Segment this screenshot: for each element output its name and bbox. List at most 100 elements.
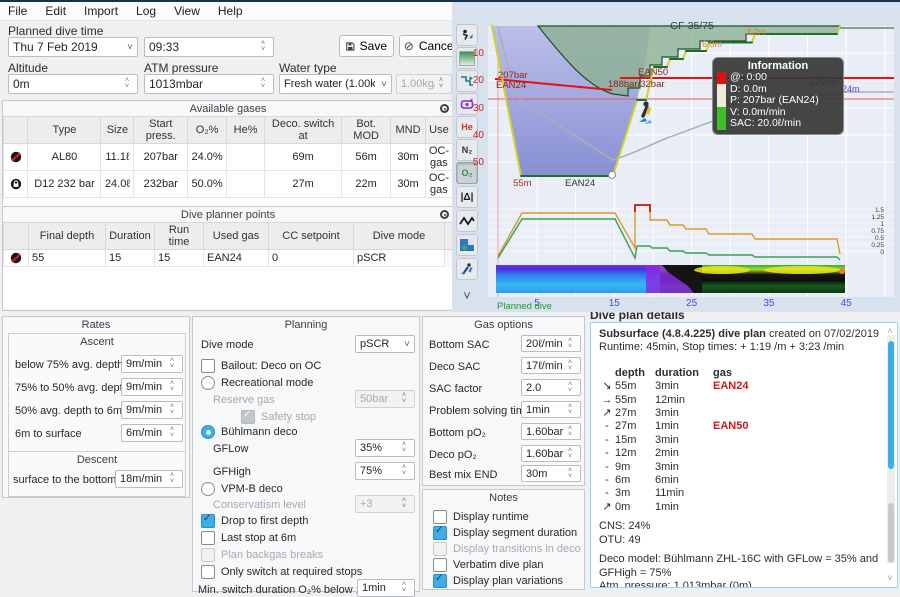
bailout-checkbox[interactable] [201, 359, 215, 373]
sac-factor-spinbox[interactable]: 2.0 [521, 379, 581, 396]
spinner-arrows-icon[interactable] [564, 360, 576, 372]
cell-dive-mode[interactable]: pSCR [354, 250, 445, 267]
dive-date-combobox[interactable]: Thu 7 Feb 2019 [8, 37, 138, 57]
information-tooltip[interactable]: Information @: 0:00 D: 0.0m P: 207bar (E… [712, 57, 844, 135]
cell-start[interactable]: 207bar [134, 144, 188, 171]
buhlmann-radio-row[interactable]: Bühlmann deco [201, 425, 297, 439]
display-segment-row[interactable]: Display segment duration [433, 526, 577, 540]
drop-first-depth-row[interactable]: Drop to first depth [201, 514, 308, 528]
spinner-arrows-icon[interactable] [257, 78, 269, 90]
details-scrollbar[interactable] [887, 335, 895, 563]
spinner-arrows-icon[interactable] [398, 582, 410, 594]
col-final-depth[interactable]: Final depth [29, 223, 106, 250]
cell-mnd[interactable]: 30m [391, 144, 426, 171]
menu-log[interactable]: Log [136, 4, 156, 18]
cell-use[interactable]: OC-gas [425, 171, 452, 198]
col-use[interactable]: Use [425, 117, 452, 144]
ascent-rate-1-spinbox[interactable]: 9m/min [121, 355, 183, 373]
plan-variations-row[interactable]: Display plan variations [433, 574, 563, 588]
spinner-arrows-icon[interactable] [166, 473, 178, 485]
cell-type[interactable]: AL80 [28, 144, 101, 171]
cell-start[interactable]: 232bar [134, 171, 188, 198]
cell-final-depth[interactable]: 55 [29, 250, 106, 267]
spinner-arrows-icon[interactable] [564, 338, 576, 350]
cell-mod[interactable]: 22m [342, 171, 391, 198]
spinner-arrows-icon[interactable] [166, 427, 178, 439]
planner-handle-point[interactable] [609, 172, 616, 179]
scrollbar-thumb[interactable] [888, 341, 894, 469]
ascent-rate-2-spinbox[interactable]: 9m/min [121, 378, 183, 396]
gflow-spinbox[interactable]: 35% [355, 439, 415, 457]
cell-o2[interactable]: 50.0% [188, 171, 227, 198]
menu-view[interactable]: View [174, 4, 200, 18]
cell-mod[interactable]: 56m [342, 144, 391, 171]
spinner-arrows-icon[interactable] [398, 442, 410, 454]
ascent-rate-4-spinbox[interactable]: 6m/min [121, 424, 183, 442]
only-switch-checkbox[interactable] [201, 565, 215, 579]
gas-locked-icon[interactable] [10, 178, 22, 190]
problem-time-spinbox[interactable]: 1min [521, 401, 581, 418]
dive-time-spinbox[interactable]: 09:33 [144, 37, 274, 57]
cell-deco-switch[interactable]: 27m [265, 171, 342, 198]
verbatim-plan-row[interactable]: Verbatim dive plan [433, 558, 544, 572]
panel-settings-icon[interactable] [440, 210, 449, 219]
col-he[interactable]: He% [227, 117, 265, 144]
menu-edit[interactable]: Edit [45, 4, 66, 18]
spinner-arrows-icon[interactable] [564, 426, 576, 438]
atm-pressure-spinbox[interactable]: 1013mbar [144, 74, 274, 94]
recreational-radio-row[interactable]: Recreational mode [201, 376, 313, 390]
cell-o2[interactable]: 24.0% [188, 144, 227, 171]
col-deco-switch[interactable]: Deco. switch at [265, 117, 342, 144]
gfhigh-spinbox[interactable]: 75% [355, 462, 415, 480]
cell-deco-switch[interactable]: 69m [265, 144, 342, 171]
spinner-arrows-icon[interactable] [564, 448, 576, 460]
display-runtime-row[interactable]: Display runtime [433, 510, 529, 524]
display-runtime-checkbox[interactable] [433, 510, 447, 524]
dive-mode-combobox[interactable]: pSCR [355, 335, 415, 353]
display-segment-checkbox[interactable] [433, 526, 447, 540]
col-bot-mod[interactable]: Bot. MOD [342, 117, 391, 144]
last-stop-checkbox[interactable] [201, 531, 215, 545]
cell-he[interactable] [227, 171, 265, 198]
spinner-arrows-icon[interactable] [166, 358, 178, 370]
deco-po2-spinbox[interactable]: 1.60bar [521, 445, 581, 462]
menu-file[interactable]: File [8, 4, 27, 18]
spinner-arrows-icon[interactable] [121, 78, 133, 90]
min-switch-spinbox[interactable]: 1min [357, 579, 415, 597]
planner-point-row[interactable]: 55 15 15 EAN24 0 pSCR [4, 250, 453, 267]
menu-import[interactable]: Import [84, 4, 118, 18]
scroll-down-icon[interactable] [885, 572, 895, 585]
panel-settings-icon[interactable] [440, 104, 449, 113]
best-mix-end-spinbox[interactable]: 30m [521, 465, 581, 482]
spinner-arrows-icon[interactable] [166, 404, 178, 416]
dive-plan-details-box[interactable]: Subsurface (4.8.4.225) dive plan created… [590, 322, 898, 588]
spinner-arrows-icon[interactable] [564, 382, 576, 394]
col-duration[interactable]: Duration [106, 223, 155, 250]
col-dive-mode[interactable]: Dive mode [354, 223, 445, 250]
cell-he[interactable] [227, 144, 265, 171]
buhlmann-radio[interactable] [201, 425, 215, 439]
menu-help[interactable]: Help [218, 4, 243, 18]
col-size[interactable]: Size [101, 117, 134, 144]
plan-variations-checkbox[interactable] [433, 574, 447, 588]
spinner-arrows-icon[interactable] [398, 465, 410, 477]
cell-type[interactable]: D12 232 bar [28, 171, 101, 198]
dive-profile-chart[interactable]: 10 20 30 40 50 5 15 25 35 45 1.5 1.25 1 … [450, 8, 900, 312]
deco-sac-spinbox[interactable]: 17ℓ/min [521, 357, 581, 374]
col-start-press[interactable]: Start press. [134, 117, 188, 144]
bailout-checkbox-row[interactable]: Bailout: Deco on OC [201, 359, 321, 373]
cell-run-time[interactable]: 15 [155, 250, 204, 267]
scrollbar-track-lower[interactable] [888, 503, 894, 563]
ascent-rate-3-spinbox[interactable]: 9m/min [121, 401, 183, 419]
descent-rate-spinbox[interactable]: 18m/min [115, 470, 183, 488]
spinner-arrows-icon[interactable] [166, 381, 178, 393]
verbatim-plan-checkbox[interactable] [433, 558, 447, 572]
save-button[interactable]: Save [339, 35, 394, 57]
only-switch-row[interactable]: Only switch at required stops [201, 565, 362, 579]
col-cc-setpoint[interactable]: CC setpoint [269, 223, 354, 250]
col-run-time[interactable]: Run time [155, 223, 204, 250]
cell-use[interactable]: OC-gas [425, 144, 452, 171]
cell-size[interactable]: 11.1ℓ [101, 144, 134, 171]
last-stop-row[interactable]: Last stop at 6m [201, 531, 296, 545]
recreational-radio[interactable] [201, 376, 215, 390]
